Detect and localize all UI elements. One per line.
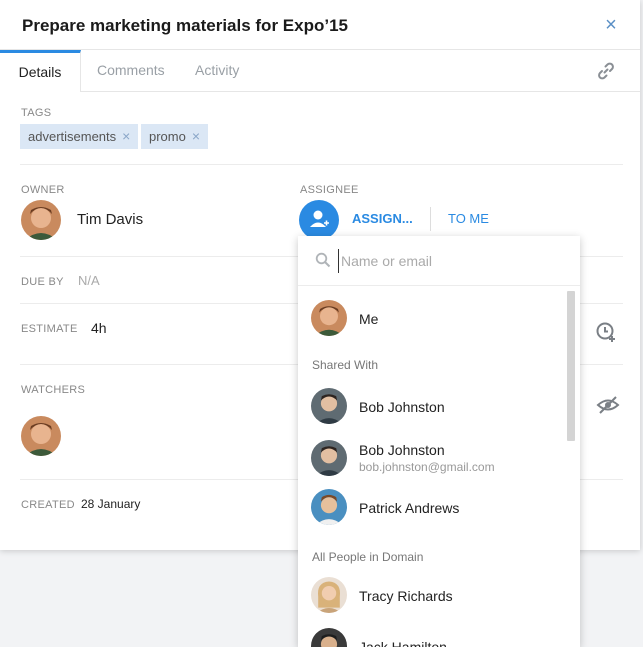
avatar xyxy=(311,577,347,613)
close-icon[interactable]: × xyxy=(602,15,620,35)
due-by-label: DUE BY xyxy=(21,276,64,288)
remove-tag-icon[interactable]: × xyxy=(122,128,130,144)
due-by-value[interactable]: N/A xyxy=(78,273,100,288)
tag-chip: promo × xyxy=(141,124,209,149)
watcher-avatar xyxy=(21,416,61,456)
panel-header: Prepare marketing materials for Expo’15 … xyxy=(0,0,640,50)
separator xyxy=(430,207,431,231)
remove-tag-icon[interactable]: × xyxy=(192,128,200,144)
unwatch-icon[interactable] xyxy=(596,393,620,417)
list-item-me[interactable]: Me xyxy=(298,296,566,340)
owner-label: OWNER xyxy=(21,184,65,196)
assign-button[interactable]: ASSIGN... xyxy=(352,211,413,226)
search-row xyxy=(298,236,580,286)
link-icon[interactable] xyxy=(596,61,616,81)
person-name: Jack Hamilton xyxy=(359,639,447,647)
list-item[interactable]: Bob Johnston xyxy=(298,384,566,428)
task-title: Prepare marketing materials for Expo’15 xyxy=(22,16,348,35)
tag-text: promo xyxy=(149,129,186,144)
tag-text: advertisements xyxy=(28,129,117,144)
add-user-icon xyxy=(310,210,329,227)
tag-chip: advertisements × xyxy=(20,124,139,149)
search-input[interactable] xyxy=(338,249,558,273)
tab-comments[interactable]: Comments xyxy=(97,50,165,92)
shared-with-heading: Shared With xyxy=(312,358,379,372)
list-item[interactable]: Jack Hamilton xyxy=(298,624,566,647)
assignee-dropdown: Me Shared With Bob Johnston Bob Johnston… xyxy=(298,236,580,647)
tags-label: TAGS xyxy=(21,107,52,119)
avatar xyxy=(311,489,347,525)
assignee-label: ASSIGNEE xyxy=(300,184,359,196)
person-name: Patrick Andrews xyxy=(359,500,460,516)
divider xyxy=(20,164,623,165)
avatar xyxy=(311,628,347,647)
person-name: Me xyxy=(359,311,379,327)
person-name: Bob Johnston xyxy=(359,442,445,458)
person-email: bob.johnston@gmail.com xyxy=(359,460,495,474)
watchers-label: WATCHERS xyxy=(21,384,86,396)
tab-activity[interactable]: Activity xyxy=(195,50,239,92)
add-assignee-button[interactable] xyxy=(299,200,339,240)
person-name: Tracy Richards xyxy=(359,588,453,604)
list-item[interactable]: Tracy Richards xyxy=(298,573,566,617)
estimate-value[interactable]: 4h xyxy=(91,320,107,336)
add-time-icon[interactable] xyxy=(595,320,619,344)
tab-bar: Details Comments Activity xyxy=(0,50,640,92)
person-name: Bob Johnston xyxy=(359,399,445,415)
tab-details[interactable]: Details xyxy=(0,50,81,92)
search-icon xyxy=(315,252,331,268)
avatar xyxy=(311,440,347,476)
list-item[interactable]: Patrick Andrews xyxy=(298,485,566,529)
estimate-label: ESTIMATE xyxy=(21,323,78,335)
assign-to-me-button[interactable]: TO ME xyxy=(448,211,489,226)
scrollbar[interactable] xyxy=(567,291,575,441)
owner-name: Tim Davis xyxy=(77,211,144,228)
created-label: CREATED xyxy=(21,499,75,511)
all-people-heading: All People in Domain xyxy=(312,550,424,564)
avatar xyxy=(311,300,347,336)
owner-avatar xyxy=(21,200,61,240)
created-value: 28 January xyxy=(81,497,141,511)
list-item[interactable]: Bob Johnston bob.johnston@gmail.com xyxy=(298,436,566,480)
avatar xyxy=(311,388,347,424)
